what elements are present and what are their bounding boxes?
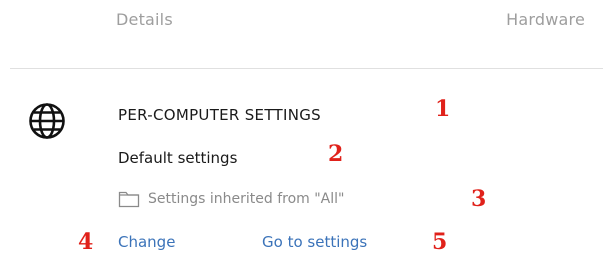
- tab-hardware[interactable]: Hardware: [506, 10, 585, 29]
- computer-settings-panel: Details Hardware PER-COMPUTER SETTINGS D…: [0, 0, 603, 262]
- annotation-marker-5: 5: [432, 229, 448, 255]
- inherited-text: Settings inherited from "All": [148, 191, 345, 207]
- change-link[interactable]: Change: [118, 233, 175, 251]
- tab-details[interactable]: Details: [116, 10, 173, 29]
- annotation-marker-2: 2: [328, 141, 344, 167]
- annotation-marker-4: 4: [78, 229, 94, 255]
- annotation-marker-1: 1: [435, 96, 451, 122]
- go-to-settings-link[interactable]: Go to settings: [262, 233, 367, 251]
- settings-name: Default settings: [118, 149, 238, 167]
- inherited-row: Settings inherited from "All": [118, 190, 344, 208]
- globe-icon: [29, 103, 65, 139]
- annotation-marker-3: 3: [471, 186, 487, 212]
- folder-icon: [118, 191, 140, 208]
- section-title: PER-COMPUTER SETTINGS: [118, 106, 321, 124]
- tabs-divider: [10, 68, 603, 69]
